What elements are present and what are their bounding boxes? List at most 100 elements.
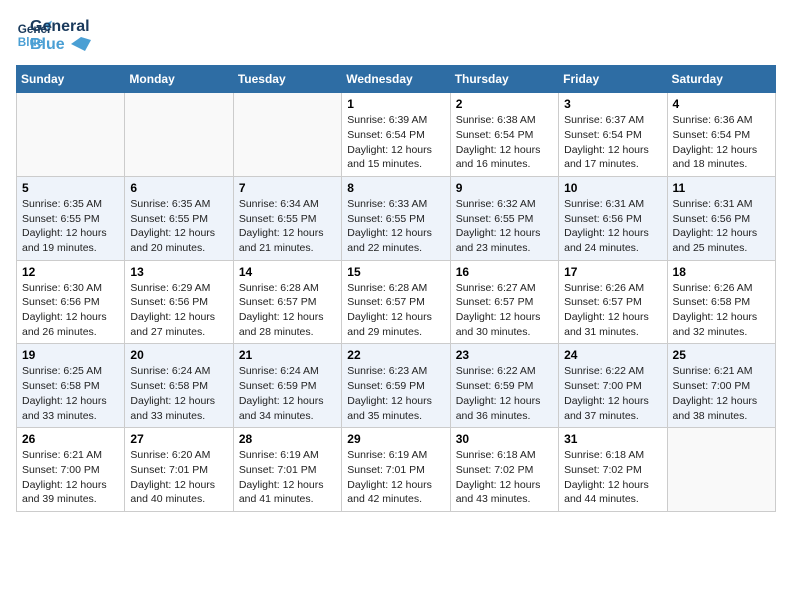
calendar-cell: 23 Sunrise: 6:22 AM Sunset: 6:59 PM Dayli… xyxy=(450,344,558,428)
day-number: 19 xyxy=(22,348,119,362)
calendar-week-3: 12Sunrise: 6:30 AM Sunset: 6:56 PM Dayli… xyxy=(17,260,776,344)
day-info: Sunrise: 6:39 AM Sunset: 6:54 PM Dayligh… xyxy=(347,113,444,172)
days-header-row: SundayMondayTuesdayWednesdayThursdayFrid… xyxy=(17,66,776,93)
day-number: 4 xyxy=(673,97,770,111)
day-info: Sunrise: 6:35 AM Sunset: 6:55 PM Dayligh… xyxy=(130,197,227,256)
logo-blue: Blue xyxy=(30,36,91,54)
day-number: 8 xyxy=(347,181,444,195)
day-number: 2 xyxy=(456,97,553,111)
day-info: Sunrise: 6:27 AM Sunset: 6:57 PM Dayligh… xyxy=(456,281,553,340)
day-number: 11 xyxy=(673,181,770,195)
day-number: 6 xyxy=(130,181,227,195)
day-info: Sunrise: 6:36 AM Sunset: 6:54 PM Dayligh… xyxy=(673,113,770,172)
day-header-sunday: Sunday xyxy=(17,66,125,93)
calendar-cell: 17 Sunrise: 6:26 AM Sunset: 6:57 PM Dayli… xyxy=(559,260,667,344)
day-header-monday: Monday xyxy=(125,66,233,93)
day-info: Sunrise: 6:24 AM Sunset: 6:59 PM Dayligh… xyxy=(239,364,336,423)
calendar-cell: 6 Sunrise: 6:35 AM Sunset: 6:55 PM Daylig… xyxy=(125,176,233,260)
calendar-cell: 11 Sunrise: 6:31 AM Sunset: 6:56 PM Dayli… xyxy=(667,176,775,260)
calendar-week-4: 19 Sunrise: 6:25 AM Sunset: 6:58 PM Dayli… xyxy=(17,344,776,428)
day-header-tuesday: Tuesday xyxy=(233,66,341,93)
day-info: Sunrise: 6:28 AM Sunset: 6:57 PM Dayligh… xyxy=(347,281,444,340)
calendar-cell xyxy=(125,93,233,177)
calendar-week-2: 5 Sunrise: 6:35 AM Sunset: 6:55 PM Daylig… xyxy=(17,176,776,260)
day-number: 9 xyxy=(456,181,553,195)
day-number: 20 xyxy=(130,348,227,362)
calendar-cell: 27Sunrise: 6:20 AM Sunset: 7:01 PM Dayli… xyxy=(125,428,233,512)
day-info: Sunrise: 6:37 AM Sunset: 6:54 PM Dayligh… xyxy=(564,113,661,172)
day-info: Sunrise: 6:18 AM Sunset: 7:02 PM Dayligh… xyxy=(564,448,661,507)
day-info: Sunrise: 6:33 AM Sunset: 6:55 PM Dayligh… xyxy=(347,197,444,256)
day-number: 5 xyxy=(22,181,119,195)
day-info: Sunrise: 6:19 AM Sunset: 7:01 PM Dayligh… xyxy=(239,448,336,507)
day-info: Sunrise: 6:38 AM Sunset: 6:54 PM Dayligh… xyxy=(456,113,553,172)
calendar-cell: 8 Sunrise: 6:33 AM Sunset: 6:55 PM Daylig… xyxy=(342,176,450,260)
day-number: 31 xyxy=(564,432,661,446)
day-number: 24 xyxy=(564,348,661,362)
calendar-cell: 3 Sunrise: 6:37 AM Sunset: 6:54 PM Daylig… xyxy=(559,93,667,177)
day-header-saturday: Saturday xyxy=(667,66,775,93)
calendar-cell: 9Sunrise: 6:32 AM Sunset: 6:55 PM Daylig… xyxy=(450,176,558,260)
calendar-table: SundayMondayTuesdayWednesdayThursdayFrid… xyxy=(16,65,776,512)
day-number: 7 xyxy=(239,181,336,195)
calendar-header: SundayMondayTuesdayWednesdayThursdayFrid… xyxy=(17,66,776,93)
calendar-cell: 31 Sunrise: 6:18 AM Sunset: 7:02 PM Dayli… xyxy=(559,428,667,512)
calendar-cell: 21 Sunrise: 6:24 AM Sunset: 6:59 PM Dayli… xyxy=(233,344,341,428)
calendar-cell: 12Sunrise: 6:30 AM Sunset: 6:56 PM Dayli… xyxy=(17,260,125,344)
day-number: 21 xyxy=(239,348,336,362)
calendar-cell: 28 Sunrise: 6:19 AM Sunset: 7:01 PM Dayli… xyxy=(233,428,341,512)
day-info: Sunrise: 6:26 AM Sunset: 6:57 PM Dayligh… xyxy=(564,281,661,340)
calendar-cell: 18 Sunrise: 6:26 AM Sunset: 6:58 PM Dayli… xyxy=(667,260,775,344)
day-number: 23 xyxy=(456,348,553,362)
day-number: 18 xyxy=(673,265,770,279)
day-number: 30 xyxy=(456,432,553,446)
day-number: 27 xyxy=(130,432,227,446)
day-header-thursday: Thursday xyxy=(450,66,558,93)
calendar-cell: 7Sunrise: 6:34 AM Sunset: 6:55 PM Daylig… xyxy=(233,176,341,260)
day-number: 22 xyxy=(347,348,444,362)
calendar-cell: 20 Sunrise: 6:24 AM Sunset: 6:58 PM Dayli… xyxy=(125,344,233,428)
calendar-cell: 14Sunrise: 6:28 AM Sunset: 6:57 PM Dayli… xyxy=(233,260,341,344)
day-info: Sunrise: 6:29 AM Sunset: 6:56 PM Dayligh… xyxy=(130,281,227,340)
day-info: Sunrise: 6:18 AM Sunset: 7:02 PM Dayligh… xyxy=(456,448,553,507)
calendar-cell: 5Sunrise: 6:35 AM Sunset: 6:55 PM Daylig… xyxy=(17,176,125,260)
day-info: Sunrise: 6:19 AM Sunset: 7:01 PM Dayligh… xyxy=(347,448,444,507)
calendar-week-1: 1Sunrise: 6:39 AM Sunset: 6:54 PM Daylig… xyxy=(17,93,776,177)
calendar-cell: 30 Sunrise: 6:18 AM Sunset: 7:02 PM Dayli… xyxy=(450,428,558,512)
calendar-cell: 25 Sunrise: 6:21 AM Sunset: 7:00 PM Dayli… xyxy=(667,344,775,428)
day-info: Sunrise: 6:24 AM Sunset: 6:58 PM Dayligh… xyxy=(130,364,227,423)
calendar-cell: 19 Sunrise: 6:25 AM Sunset: 6:58 PM Dayli… xyxy=(17,344,125,428)
day-number: 25 xyxy=(673,348,770,362)
calendar-cell: 22 Sunrise: 6:23 AM Sunset: 6:59 PM Dayli… xyxy=(342,344,450,428)
day-number: 16 xyxy=(456,265,553,279)
day-info: Sunrise: 6:21 AM Sunset: 7:00 PM Dayligh… xyxy=(673,364,770,423)
day-info: Sunrise: 6:22 AM Sunset: 7:00 PM Dayligh… xyxy=(564,364,661,423)
calendar-cell: 13Sunrise: 6:29 AM Sunset: 6:56 PM Dayli… xyxy=(125,260,233,344)
day-info: Sunrise: 6:22 AM Sunset: 6:59 PM Dayligh… xyxy=(456,364,553,423)
day-info: Sunrise: 6:25 AM Sunset: 6:58 PM Dayligh… xyxy=(22,364,119,423)
calendar-cell: 10 Sunrise: 6:31 AM Sunset: 6:56 PM Dayli… xyxy=(559,176,667,260)
day-info: Sunrise: 6:30 AM Sunset: 6:56 PM Dayligh… xyxy=(22,281,119,340)
logo: General Blue General Blue xyxy=(16,16,91,53)
calendar-cell: 29 Sunrise: 6:19 AM Sunset: 7:01 PM Dayli… xyxy=(342,428,450,512)
day-number: 14 xyxy=(239,265,336,279)
calendar-cell: 24 Sunrise: 6:22 AM Sunset: 7:00 PM Dayli… xyxy=(559,344,667,428)
calendar-cell xyxy=(667,428,775,512)
day-number: 3 xyxy=(564,97,661,111)
page-header: General Blue General Blue xyxy=(16,16,776,53)
calendar-cell: 16 Sunrise: 6:27 AM Sunset: 6:57 PM Dayli… xyxy=(450,260,558,344)
day-info: Sunrise: 6:31 AM Sunset: 6:56 PM Dayligh… xyxy=(673,197,770,256)
day-number: 28 xyxy=(239,432,336,446)
day-info: Sunrise: 6:26 AM Sunset: 6:58 PM Dayligh… xyxy=(673,281,770,340)
day-number: 17 xyxy=(564,265,661,279)
day-number: 10 xyxy=(564,181,661,195)
logo-general: General xyxy=(30,18,91,36)
day-number: 29 xyxy=(347,432,444,446)
calendar-cell: 26Sunrise: 6:21 AM Sunset: 7:00 PM Dayli… xyxy=(17,428,125,512)
day-info: Sunrise: 6:23 AM Sunset: 6:59 PM Dayligh… xyxy=(347,364,444,423)
calendar-cell xyxy=(233,93,341,177)
calendar-cell xyxy=(17,93,125,177)
day-info: Sunrise: 6:31 AM Sunset: 6:56 PM Dayligh… xyxy=(564,197,661,256)
calendar-body: 1Sunrise: 6:39 AM Sunset: 6:54 PM Daylig… xyxy=(17,93,776,512)
calendar-week-5: 26Sunrise: 6:21 AM Sunset: 7:00 PM Dayli… xyxy=(17,428,776,512)
